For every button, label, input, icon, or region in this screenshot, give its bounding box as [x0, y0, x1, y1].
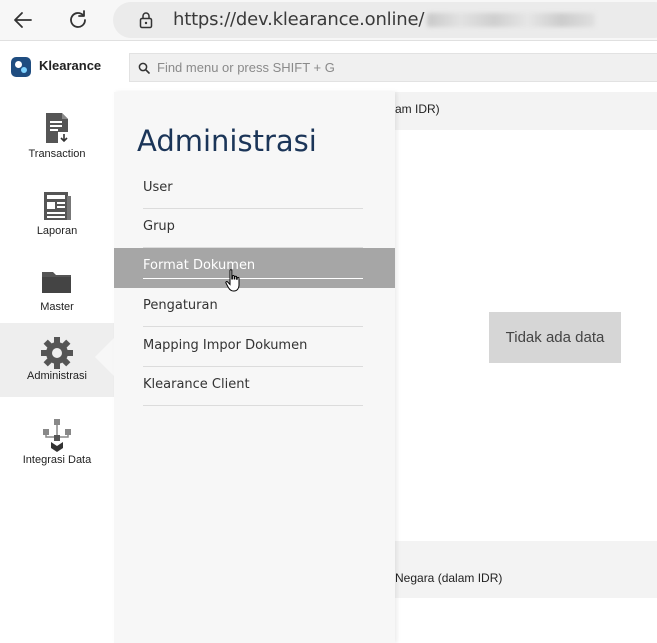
menu-search[interactable] — [129, 53, 657, 82]
menu-item-label: Klearance Client — [143, 377, 250, 392]
folder-icon — [42, 272, 71, 293]
sidebar-item-label: Laporan — [36, 225, 78, 237]
menu-item-label: User — [143, 180, 173, 195]
divider — [143, 278, 363, 279]
divider — [143, 405, 363, 406]
gear-icon — [41, 337, 73, 369]
search-input[interactable] — [157, 54, 637, 81]
chart-header-top: am IDR) — [395, 92, 657, 130]
document-download-icon — [46, 113, 70, 144]
menu-item-user[interactable]: User — [114, 170, 395, 209]
sidebar-item-master[interactable]: Master — [0, 253, 114, 327]
divider — [143, 326, 363, 327]
hand-cursor-icon — [225, 269, 240, 292]
klearance-logo-icon — [11, 57, 31, 77]
arrow-left-icon — [14, 12, 32, 28]
flyout-pointer — [95, 338, 114, 376]
sidebar-item-label: Integrasi Data — [22, 454, 92, 466]
app-name: Klearance — [39, 58, 102, 73]
flyout-title: Administrasi — [137, 124, 317, 158]
menu-item-klearance-client[interactable]: Klearance Client — [114, 367, 395, 406]
no-data-badge: Tidak ada data — [489, 312, 621, 363]
menu-item-label: Pengaturan — [143, 298, 218, 313]
url-text: https://dev.klearance.online/ — [173, 9, 596, 30]
sidebar-item-label: Master — [40, 301, 74, 313]
reload-icon — [70, 10, 86, 28]
administrasi-flyout: Administrasi User Grup Format Dokumen Pe… — [114, 92, 395, 643]
network-icon — [43, 419, 71, 452]
newspaper-icon — [44, 192, 71, 220]
menu-item-label: Mapping Impor Dokumen — [143, 338, 308, 353]
sidebar-item-integrasi-data[interactable]: Integrasi Data — [0, 406, 114, 480]
menu-item-grup[interactable]: Grup — [114, 209, 395, 248]
sidebar-item-label: Transaction — [28, 148, 86, 160]
chart-header-bottom: Negara (dalam IDR) — [395, 541, 657, 598]
address-bar[interactable]: https://dev.klearance.online/ — [113, 2, 657, 38]
menu-item-mapping-impor-dokumen[interactable]: Mapping Impor Dokumen — [114, 328, 395, 367]
search-icon — [138, 62, 150, 74]
sidebar-item-laporan[interactable]: Laporan — [0, 177, 114, 251]
menu-item-pengaturan[interactable]: Pengaturan — [114, 288, 395, 327]
url-blurred-path — [427, 13, 596, 27]
reload-button[interactable] — [63, 5, 93, 35]
chart-title-bottom: Negara (dalam IDR) — [395, 571, 503, 585]
menu-item-label: Grup — [143, 219, 175, 234]
menu-item-format-dokumen[interactable]: Format Dokumen — [114, 248, 395, 288]
sidebar-item-transaction[interactable]: Transaction — [0, 100, 114, 174]
chart-title-top: am IDR) — [395, 102, 440, 116]
browser-toolbar: https://dev.klearance.online/ — [0, 0, 657, 41]
back-button[interactable] — [8, 5, 38, 35]
lock-icon — [139, 12, 153, 29]
